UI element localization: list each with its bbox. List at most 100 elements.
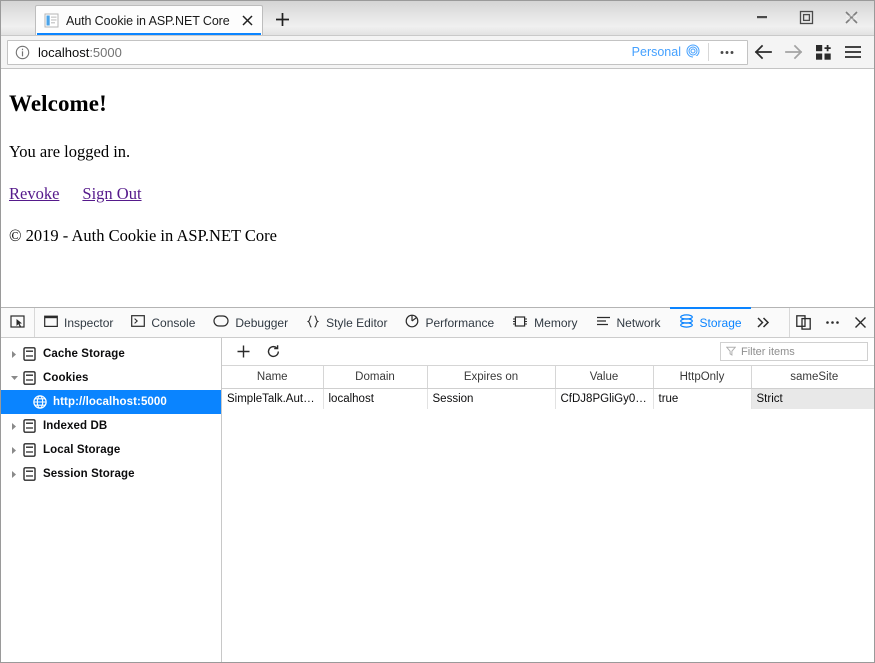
chevron-double-right-icon[interactable] <box>751 308 777 337</box>
responsive-design-mode-icon[interactable] <box>790 308 818 337</box>
page-footer: © 2019 - Auth Cookie in ASP.NET Core <box>9 226 277 245</box>
column-header-httponly[interactable]: HttpOnly <box>653 366 752 389</box>
revoke-link[interactable]: Revoke <box>9 184 59 204</box>
tree-item-local-storage[interactable]: Local Storage <box>1 438 221 462</box>
tab-performance[interactable]: Performance <box>396 308 503 337</box>
column-header-name[interactable]: Name <box>222 366 324 389</box>
cell-name[interactable]: SimpleTalk.Auth… <box>222 388 324 409</box>
app-menu-button[interactable] <box>838 38 868 66</box>
tab-memory[interactable]: Memory <box>503 308 586 337</box>
tree-item-cache-storage[interactable]: Cache Storage <box>1 342 221 366</box>
document-icon <box>44 13 59 28</box>
tab-label: Memory <box>534 315 578 330</box>
tree-item-label: http://localhost:5000 <box>53 396 167 408</box>
storage-type-icon <box>21 371 38 385</box>
page-paragraph: You are logged in. <box>9 142 131 161</box>
braces-icon <box>306 314 320 331</box>
devtools-meatball-menu[interactable] <box>818 308 846 337</box>
tree-item-label: Local Storage <box>43 444 121 456</box>
cookie-table: Name Domain Expires on Value HttpOnly sa… <box>222 366 874 409</box>
title-bar: Auth Cookie in ASP.NET Core <box>1 1 874 36</box>
column-header-value[interactable]: Value <box>555 366 654 389</box>
tab-label: Inspector <box>64 315 114 330</box>
tab-debugger[interactable]: Debugger <box>204 308 297 337</box>
tree-item-cookies[interactable]: Cookies <box>1 366 221 390</box>
tab-storage[interactable]: Storage <box>669 307 751 337</box>
network-icon <box>596 315 611 330</box>
devtools-close-icon[interactable] <box>846 308 874 337</box>
tab-label: Console <box>151 315 196 330</box>
inspector-icon <box>44 315 58 331</box>
cell-value[interactable]: CfDJ8PGliGy0m… <box>555 388 654 409</box>
filter-input[interactable]: Filter items <box>720 342 868 361</box>
address-bar[interactable]: localhost:5000 Personal <box>7 39 748 65</box>
close-icon[interactable] <box>239 12 256 29</box>
back-button[interactable] <box>748 38 778 66</box>
tree-item-cookie-host[interactable]: http://localhost:5000 <box>1 390 221 414</box>
table-row[interactable]: SimpleTalk.Auth… localhost Session CfDJ8… <box>222 388 874 409</box>
column-header-domain[interactable]: Domain <box>323 366 428 389</box>
storage-subtoolbar: Filter items <box>222 338 874 366</box>
new-tab-button[interactable] <box>267 4 297 34</box>
persona-label: Personal <box>631 45 681 59</box>
devtools-toolbar: Inspector Console Debugger Style Editor … <box>1 307 874 338</box>
sign-out-link[interactable]: Sign Out <box>82 184 141 204</box>
devtools-tabs: Inspector Console Debugger Style Editor … <box>35 307 789 337</box>
cell-domain[interactable]: localhost <box>323 388 428 409</box>
column-header-expires-on[interactable]: Expires on <box>427 366 556 389</box>
tree-item-session-storage[interactable]: Session Storage <box>1 462 221 486</box>
close-button[interactable] <box>829 3 874 31</box>
table-header-row: Name Domain Expires on Value HttpOnly sa… <box>222 366 874 389</box>
restore-button[interactable] <box>784 3 829 31</box>
devtools-body: Cache Storage Cookies http://localhost:5… <box>1 338 874 662</box>
console-icon <box>131 315 146 330</box>
devtools-controls <box>789 308 874 337</box>
tab-network[interactable]: Network <box>587 308 670 337</box>
browser-tab[interactable]: Auth Cookie in ASP.NET Core <box>35 5 263 35</box>
cell-httponly[interactable]: true <box>653 388 752 409</box>
globe-icon <box>31 395 48 409</box>
storage-main-pane: Filter items Name Domain Expires on Valu… <box>222 338 874 662</box>
filter-placeholder: Filter items <box>741 345 795 358</box>
tab-label: Style Editor <box>326 315 388 330</box>
forward-button[interactable] <box>778 38 808 66</box>
cell-expires-on[interactable]: Session <box>427 388 556 409</box>
devtools-panel: Inspector Console Debugger Style Editor … <box>1 307 874 662</box>
extensions-button[interactable] <box>808 38 838 66</box>
tab-style-editor[interactable]: Style Editor <box>297 308 396 337</box>
chevron-down-icon[interactable] <box>7 374 21 382</box>
cell-samesite[interactable]: Strict <box>751 388 874 409</box>
storage-type-icon <box>21 443 38 457</box>
storage-type-icon <box>21 467 38 481</box>
cookie-table-wrapper: Name Domain Expires on Value HttpOnly sa… <box>222 366 874 662</box>
persona-indicator[interactable]: Personal <box>632 44 706 61</box>
tree-item-label: Cache Storage <box>43 348 125 360</box>
minimize-button[interactable] <box>739 3 784 31</box>
window-controls <box>739 0 874 34</box>
tree-item-label: Indexed DB <box>43 420 108 432</box>
plus-icon[interactable] <box>230 341 256 363</box>
tab-console[interactable]: Console <box>122 308 204 337</box>
info-circle-icon[interactable] <box>15 45 30 60</box>
chevron-right-icon[interactable] <box>7 446 21 455</box>
refresh-icon[interactable] <box>260 341 286 363</box>
browser-window: Auth Cookie in ASP.NET Core localhost:50… <box>0 0 875 663</box>
funnel-icon <box>725 343 737 361</box>
tree-item-indexed-db[interactable]: Indexed DB <box>1 414 221 438</box>
url-host: localhost <box>38 44 90 60</box>
column-header-samesite[interactable]: sameSite <box>751 366 874 389</box>
storage-tree: Cache Storage Cookies http://localhost:5… <box>1 338 222 662</box>
element-picker-icon[interactable] <box>1 308 35 337</box>
chevron-right-icon[interactable] <box>7 350 21 359</box>
url-port: :5000 <box>89 44 122 60</box>
chevron-right-icon[interactable] <box>7 470 21 479</box>
memory-icon <box>512 315 528 331</box>
tab-title: Auth Cookie in ASP.NET Core <box>66 13 230 28</box>
chevron-right-icon[interactable] <box>7 422 21 431</box>
tab-inspector[interactable]: Inspector <box>35 308 122 337</box>
page-links: Revoke Sign Out <box>9 184 864 204</box>
debugger-icon <box>213 315 229 330</box>
page-actions-button[interactable] <box>711 41 743 64</box>
url-input[interactable]: localhost:5000 <box>38 45 632 60</box>
tree-item-label: Cookies <box>43 372 89 384</box>
